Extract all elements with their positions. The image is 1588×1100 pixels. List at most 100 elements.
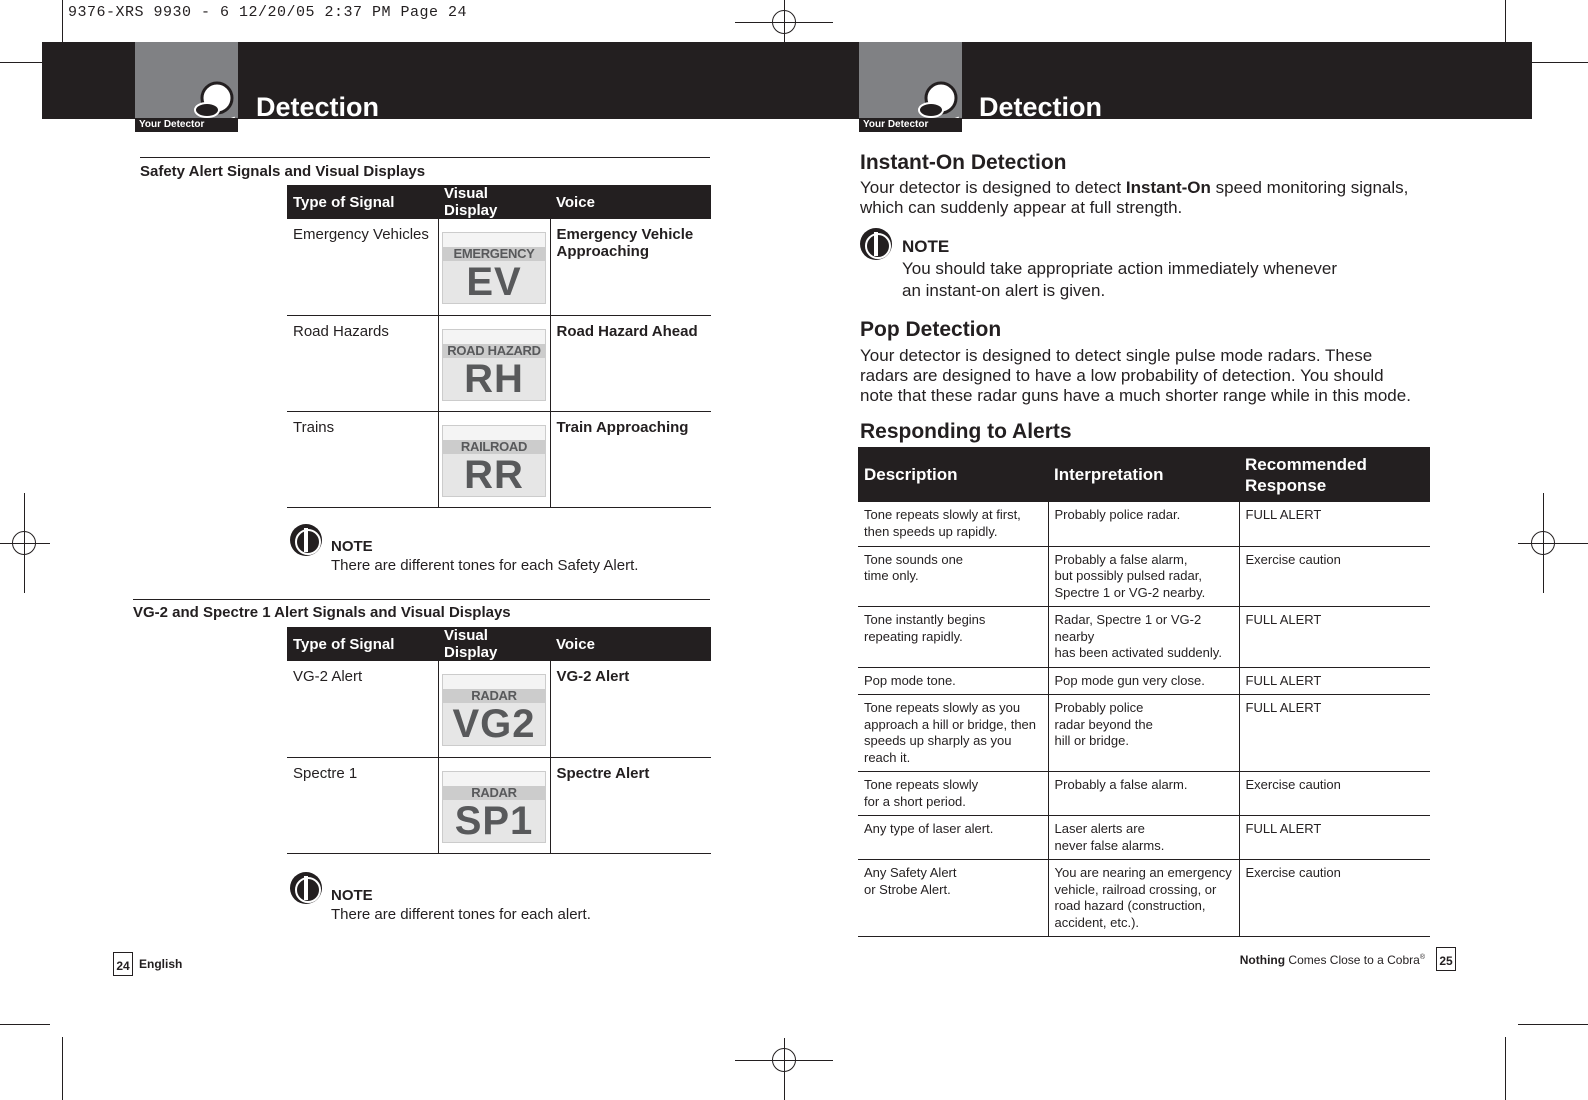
table-row: Any Safety Alert or Strobe Alert. You are… bbox=[858, 859, 1430, 937]
interpretation-cell: Radar, Spectre 1 or VG-2 nearby has been… bbox=[1047, 606, 1239, 668]
note-icon bbox=[860, 228, 892, 260]
display-top bbox=[443, 771, 545, 786]
signal-type: Spectre 1 bbox=[287, 757, 438, 854]
col-header: Type of Signal bbox=[287, 185, 438, 219]
response-cell: FULL ALERT bbox=[1238, 667, 1430, 695]
signal-type: Trains bbox=[287, 411, 438, 508]
table-row: Tone instantly begins repeating rapidly.… bbox=[858, 606, 1430, 668]
display-label: RADAR bbox=[443, 689, 545, 703]
response-cell: FULL ALERT bbox=[1238, 694, 1430, 772]
response-cell: FULL ALERT bbox=[1238, 502, 1430, 547]
print-slug: 9376-XRS 9930 - 6 12/20/05 2:37 PM Page … bbox=[68, 4, 468, 21]
response-cell: Exercise caution bbox=[1238, 546, 1430, 607]
description-cell: Tone repeats slowly at first, then speed… bbox=[858, 502, 1048, 547]
responding-heading: Responding to Alerts bbox=[860, 420, 1072, 443]
text: Your detector is designed to detect bbox=[860, 178, 1126, 197]
table-row: Pop mode tone. Pop mode gun very close. FU… bbox=[858, 667, 1430, 695]
text-bold: Instant-On bbox=[1125, 178, 1211, 197]
note-title: NOTE bbox=[331, 887, 373, 904]
note-icon bbox=[290, 524, 322, 556]
display-graphic: ROAD HAZARD RH bbox=[442, 328, 546, 401]
interpretation-cell: You are nearing an emergency vehicle, ra… bbox=[1047, 859, 1239, 937]
description-cell: Any type of laser alert. bbox=[858, 815, 1048, 860]
display-top bbox=[443, 425, 545, 440]
section-tab-right: Your Detector bbox=[859, 42, 962, 132]
note-icon bbox=[290, 872, 322, 904]
table-row: Tone sounds one time only. Probably a fal… bbox=[858, 546, 1430, 607]
display-code: RR bbox=[464, 452, 524, 497]
note-line-1: You should take appropriate action immed… bbox=[902, 259, 1338, 278]
display-label: RADAR bbox=[443, 785, 545, 800]
description-cell: Tone repeats slowly as you approach a hi… bbox=[858, 694, 1048, 772]
pop-heading: Pop Detection bbox=[860, 318, 1002, 341]
vg2-spectre-heading: VG-2 and Spectre 1 Alert Signals and Vis… bbox=[133, 604, 511, 621]
note-title: NOTE bbox=[331, 538, 373, 555]
safety-alert-heading: Safety Alert Signals and Visual Displays bbox=[140, 163, 426, 180]
table-row: VG-2 Alert RADAR VG2 VG-2 Alert bbox=[287, 661, 711, 758]
page-title-right: Detection bbox=[979, 92, 1103, 122]
display-code: SP1 bbox=[454, 798, 534, 843]
table-row: Trains RAILROAD RR Train Approaching bbox=[287, 411, 711, 508]
col-header: Interpretation bbox=[1048, 447, 1239, 502]
visual-display-cell: RADAR SP1 bbox=[437, 757, 550, 854]
table-row: Tone repeats slowly for a short period. P… bbox=[858, 771, 1430, 816]
note-text: There are different tones for each alert… bbox=[331, 906, 591, 923]
table-row: Tone repeats slowly at first, then speed… bbox=[858, 502, 1430, 547]
table-row: Any type of laser alert. Laser alerts are… bbox=[858, 815, 1430, 860]
col-header: Visual Display bbox=[438, 185, 550, 219]
visual-display-cell: EMERGENCY EV bbox=[437, 219, 550, 316]
interpretation-cell: Probably police radar. bbox=[1047, 502, 1239, 547]
table-row: Road Hazards ROAD HAZARD RH Road Hazard Ahe… bbox=[287, 315, 711, 412]
display-label: EMERGENCY bbox=[443, 247, 545, 261]
display-graphic: RAILROAD RR bbox=[442, 424, 546, 497]
table-row: Emergency Vehicles EMERGENCY EV Emergency V… bbox=[287, 219, 711, 316]
col-header: Voice bbox=[550, 185, 711, 219]
interpretation-cell: Probably a false alarm. bbox=[1047, 771, 1239, 816]
response-cell: FULL ALERT bbox=[1238, 815, 1430, 860]
display-graphic: EMERGENCY EV bbox=[442, 232, 546, 304]
display-top bbox=[443, 233, 545, 247]
tagline-bold: Nothing bbox=[1239, 953, 1286, 967]
col-header: Visual Display bbox=[438, 627, 550, 661]
section-tab-left: Your Detector bbox=[135, 42, 238, 132]
display-label: ROAD HAZARD bbox=[443, 343, 545, 358]
signal-type: Emergency Vehicles bbox=[287, 219, 438, 316]
display-graphic: RADAR VG2 bbox=[442, 674, 546, 746]
display-code: RH bbox=[464, 356, 524, 401]
voice-message: Road Hazard Ahead bbox=[549, 315, 711, 412]
responding-table: Description Interpretation Recommended Res… bbox=[858, 447, 1430, 937]
page-title-left: Detection bbox=[256, 92, 380, 122]
display-label: RAILROAD bbox=[443, 439, 545, 454]
instant-on-text: Your detector is designed to detect Inst… bbox=[860, 178, 1420, 218]
tagline: Comes Close to a Cobra bbox=[1285, 953, 1420, 967]
interpretation-cell: Probably police radar beyond the hill or… bbox=[1047, 694, 1239, 772]
interpretation-cell: Laser alerts are never false alarms. bbox=[1047, 815, 1239, 860]
section-label: Your Detector bbox=[135, 118, 238, 132]
description-cell: Tone repeats slowly for a short period. bbox=[858, 771, 1048, 816]
section-label: Your Detector bbox=[859, 118, 962, 132]
response-cell: Exercise caution bbox=[1238, 771, 1430, 816]
visual-display-cell: RAILROAD RR bbox=[437, 411, 550, 508]
col-header: Type of Signal bbox=[287, 627, 438, 661]
col-header: Description bbox=[858, 447, 1048, 502]
voice-message: Train Approaching bbox=[549, 411, 711, 508]
note-line-2: an instant-on alert is given. bbox=[902, 281, 1106, 300]
footer-tagline: Nothing Comes Close to a Cobra® bbox=[1240, 953, 1425, 967]
interpretation-cell: Pop mode gun very close. bbox=[1047, 667, 1239, 695]
display-code: VG2 bbox=[452, 702, 536, 746]
table-row: Tone repeats slowly as you approach a hi… bbox=[858, 694, 1430, 772]
page-number-left: 24 bbox=[113, 952, 133, 976]
description-cell: Tone sounds one time only. bbox=[858, 546, 1048, 607]
page-number-right: 25 bbox=[1436, 947, 1456, 971]
response-cell: FULL ALERT bbox=[1238, 606, 1430, 668]
note-title: NOTE bbox=[902, 237, 950, 256]
col-header: Recommended Response bbox=[1239, 447, 1430, 502]
display-top bbox=[443, 329, 545, 344]
signal-type: Road Hazards bbox=[287, 315, 438, 412]
voice-message: Emergency Vehicle Approaching bbox=[549, 219, 711, 316]
footer-language: English bbox=[139, 957, 183, 971]
vg2-spectre-table: Type of Signal Visual Display Voice VG-2 A… bbox=[287, 627, 711, 854]
safety-alert-table: Type of Signal Visual Display Voice Emerge… bbox=[287, 185, 711, 508]
registered-mark: ® bbox=[1419, 954, 1425, 961]
description-cell: Any Safety Alert or Strobe Alert. bbox=[858, 859, 1048, 937]
